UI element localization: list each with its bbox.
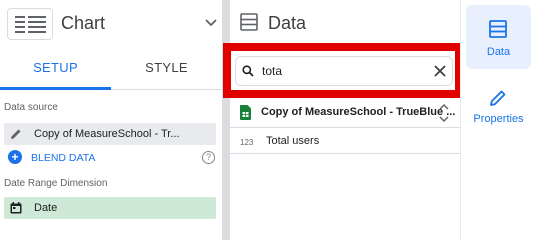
tab-setup[interactable]: SETUP — [0, 48, 111, 90]
collapse-icon[interactable] — [439, 104, 449, 122]
chart-tabs: SETUP STYLE — [0, 48, 222, 90]
date-range-dimension-label: Date Range Dimension — [4, 178, 108, 189]
rail-data-label: Data — [486, 46, 511, 58]
blend-data-button[interactable]: + BLEND DATA ? — [8, 150, 216, 166]
field-search-box[interactable] — [235, 56, 453, 86]
data-source-label: Data source — [4, 102, 58, 113]
plus-icon: + — [8, 150, 22, 164]
data-panel-title: Data — [268, 13, 307, 33]
rail-properties-button[interactable]: Properties — [466, 76, 531, 140]
search-input[interactable] — [262, 62, 422, 80]
number-type-icon: 123 — [240, 138, 254, 147]
panel-divider[interactable] — [222, 0, 230, 240]
data-panel: Data Copy of MeasureSchool - TrueBlue ..… — [223, 0, 463, 240]
active-tab-indicator — [0, 87, 111, 90]
field-item-total-users[interactable]: 123 Total users — [230, 130, 460, 154]
data-source-selector[interactable]: Copy of MeasureSchool - Tr... — [4, 123, 216, 145]
database-icon — [240, 13, 258, 31]
calendar-icon — [10, 202, 22, 214]
chevron-down-icon[interactable] — [204, 16, 218, 30]
pencil-icon[interactable] — [9, 127, 23, 141]
rail-properties-label: Properties — [473, 113, 524, 125]
help-icon[interactable]: ? — [202, 151, 215, 164]
right-rail: Data Properties — [460, 0, 535, 240]
database-icon — [489, 20, 507, 38]
chart-panel: Chart SETUP STYLE Data source Copy of Me… — [0, 0, 222, 240]
data-source-group-name: Copy of MeasureSchool - TrueBlue ... — [261, 106, 456, 118]
google-sheets-icon — [240, 105, 251, 120]
chart-header: Chart — [0, 0, 222, 48]
search-highlight-frame — [223, 43, 463, 98]
blend-data-label: BLEND DATA — [31, 152, 96, 164]
data-source-group-header[interactable]: Copy of MeasureSchool - TrueBlue ... — [230, 98, 460, 128]
pencil-icon — [490, 90, 506, 106]
data-source-name: Copy of MeasureSchool - Tr... — [34, 128, 180, 140]
table-chart-icon[interactable] — [7, 8, 53, 40]
rail-data-button[interactable]: Data — [466, 5, 531, 69]
date-range-dimension-chip[interactable]: Date — [4, 197, 216, 219]
date-dimension-name: Date — [34, 202, 58, 214]
close-icon[interactable] — [433, 64, 447, 78]
field-name: Total users — [266, 135, 320, 147]
chart-panel-title: Chart — [61, 13, 106, 33]
tab-style[interactable]: STYLE — [111, 48, 222, 90]
search-icon — [242, 65, 254, 77]
data-panel-header: Data — [230, 0, 460, 48]
